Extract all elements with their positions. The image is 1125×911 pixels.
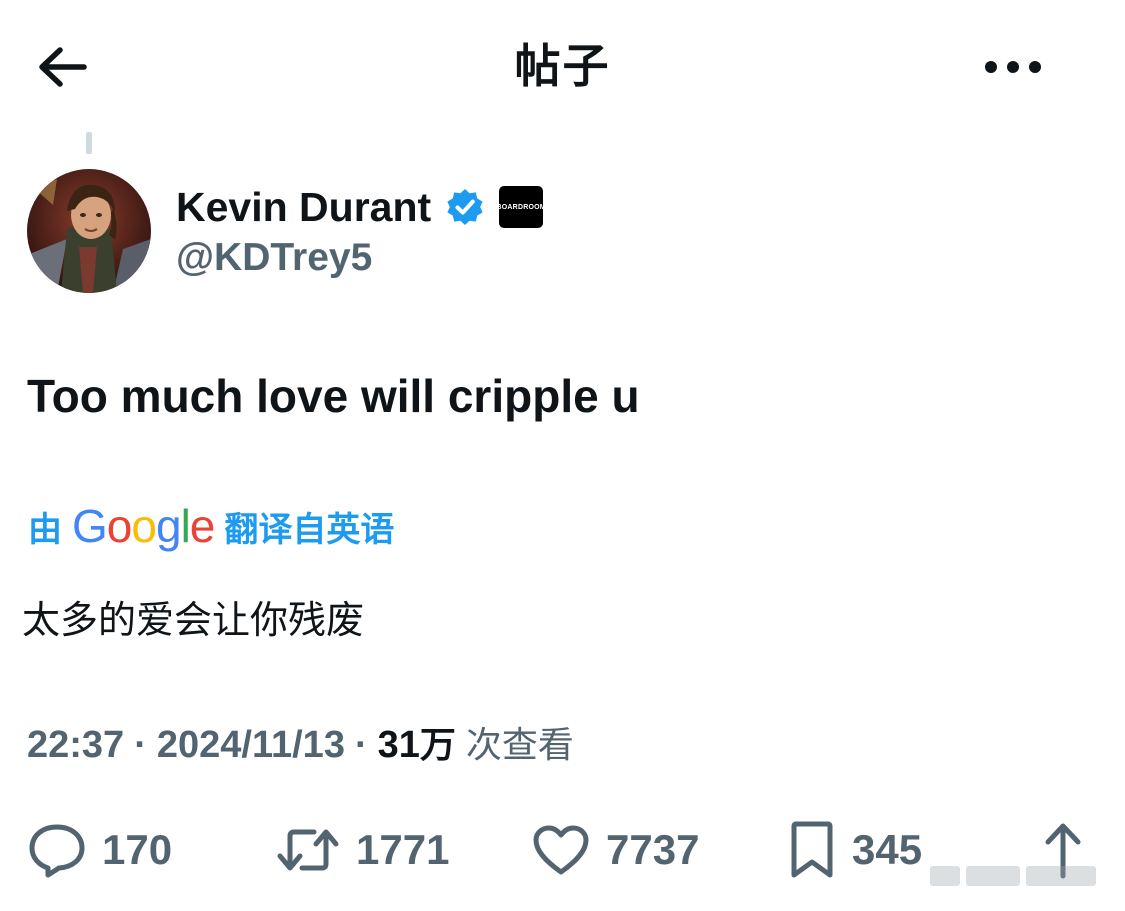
views-count[interactable]: 31 — [378, 724, 420, 767]
more-button[interactable] — [980, 44, 1046, 90]
thread-connector-line — [86, 132, 92, 154]
avatar[interactable] — [27, 169, 151, 293]
meta-separator: · — [134, 724, 147, 766]
bookmark-icon — [791, 821, 833, 878]
reply-icon — [29, 824, 85, 878]
retweet-count: 1771 — [356, 826, 450, 873]
tweet-time[interactable]: 22:37 — [27, 724, 124, 767]
views-label: 次查看 — [465, 725, 574, 766]
affiliate-badge[interactable]: BOARDROOM — [497, 186, 546, 228]
bookmark-button[interactable]: 345 — [788, 810, 922, 890]
display-name[interactable]: Kevin Durant — [176, 180, 431, 234]
translation-suffix: 翻译自英语 — [224, 509, 395, 550]
reply-count: 170 — [102, 826, 173, 873]
translation-attribution[interactable]: 由 Google 翻译自英语 — [28, 496, 394, 556]
top-bar: 帖子 — [0, 0, 1125, 132]
user-handle[interactable]: @KDTrey5 — [176, 232, 372, 284]
retweet-button[interactable]: 1771 — [276, 810, 449, 890]
meta-separator: · — [354, 724, 368, 766]
retweet-icon — [277, 829, 339, 871]
tweet-date[interactable]: 2024/11/13 — [157, 724, 345, 767]
avatar-image — [27, 169, 151, 293]
bookmark-count: 345 — [852, 826, 923, 873]
translation-prefix: 由 — [28, 509, 62, 550]
watermark — [930, 862, 1110, 890]
google-logo: Google — [72, 500, 215, 552]
heart-icon — [533, 825, 589, 875]
views-unit: 万 — [419, 725, 456, 766]
tweet-text: Too much love will cripple u — [27, 370, 640, 422]
like-count: 7737 — [606, 826, 700, 873]
translated-text: 太多的爱会让你残废 — [22, 598, 365, 642]
page-title: 帖子 — [514, 39, 611, 93]
like-button[interactable]: 7737 — [532, 810, 699, 890]
author-name-row: Kevin Durant BOARDROOM — [176, 180, 546, 234]
more-horizontal-icon — [985, 61, 1041, 73]
reply-button[interactable]: 170 — [28, 810, 172, 890]
verified-badge-icon[interactable] — [445, 187, 485, 227]
tweet-meta: 22:37 · 2024/11/13 · 31 万 次查看 — [27, 716, 574, 774]
